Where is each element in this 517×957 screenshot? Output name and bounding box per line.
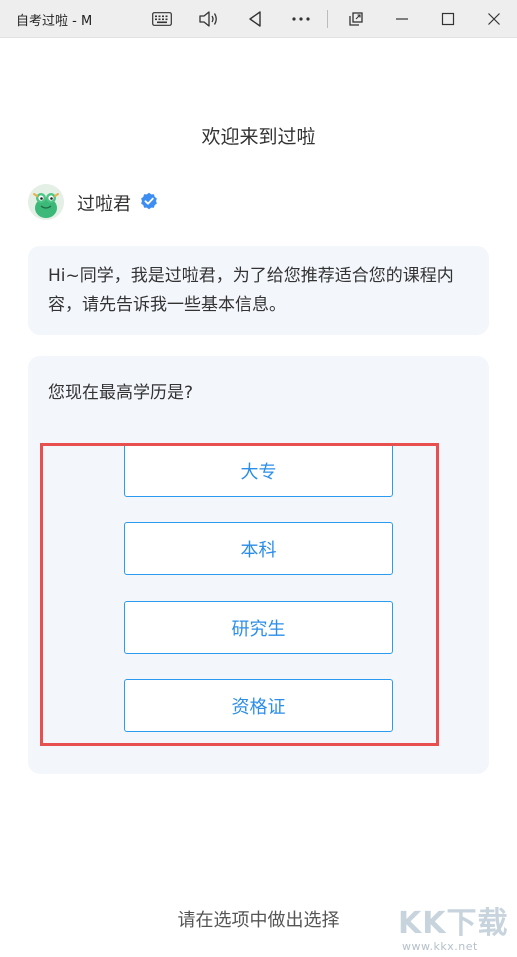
more-icon[interactable] — [286, 5, 316, 33]
watermark-logo: KK下载 www.kkx.net — [398, 898, 516, 956]
annotation-highlight-box — [40, 443, 439, 746]
keyboard-icon[interactable] — [147, 5, 177, 33]
restore-icon[interactable] — [341, 5, 371, 33]
bot-avatar — [28, 184, 64, 220]
bot-name: 过啦君 — [77, 194, 131, 215]
page-title: 欢迎来到过啦 — [201, 126, 316, 148]
maximize-icon[interactable] — [433, 5, 463, 33]
titlebar-divider — [327, 10, 328, 28]
watermark-url: www.kkx.net — [402, 940, 478, 953]
back-icon[interactable] — [240, 5, 270, 33]
volume-icon[interactable] — [193, 5, 223, 33]
watermark-text: KK下载 — [398, 906, 509, 941]
window-titlebar: 自考过啦 - M — [0, 0, 517, 38]
window-title: 自考过啦 - M — [16, 14, 93, 29]
verified-badge-icon — [141, 192, 157, 210]
close-icon[interactable] — [479, 5, 509, 33]
question-text: 您现在最高学历是? — [48, 383, 194, 403]
greeting-message-card: Hi~同学，我是过啦君，为了给您推荐适合您的课程内容，请先告诉我一些基本信息。 — [28, 246, 489, 335]
greeting-message: Hi~同学，我是过啦君，为了给您推荐适合您的课程内容，请先告诉我一些基本信息。 — [48, 266, 454, 315]
minimize-icon[interactable] — [387, 5, 417, 33]
